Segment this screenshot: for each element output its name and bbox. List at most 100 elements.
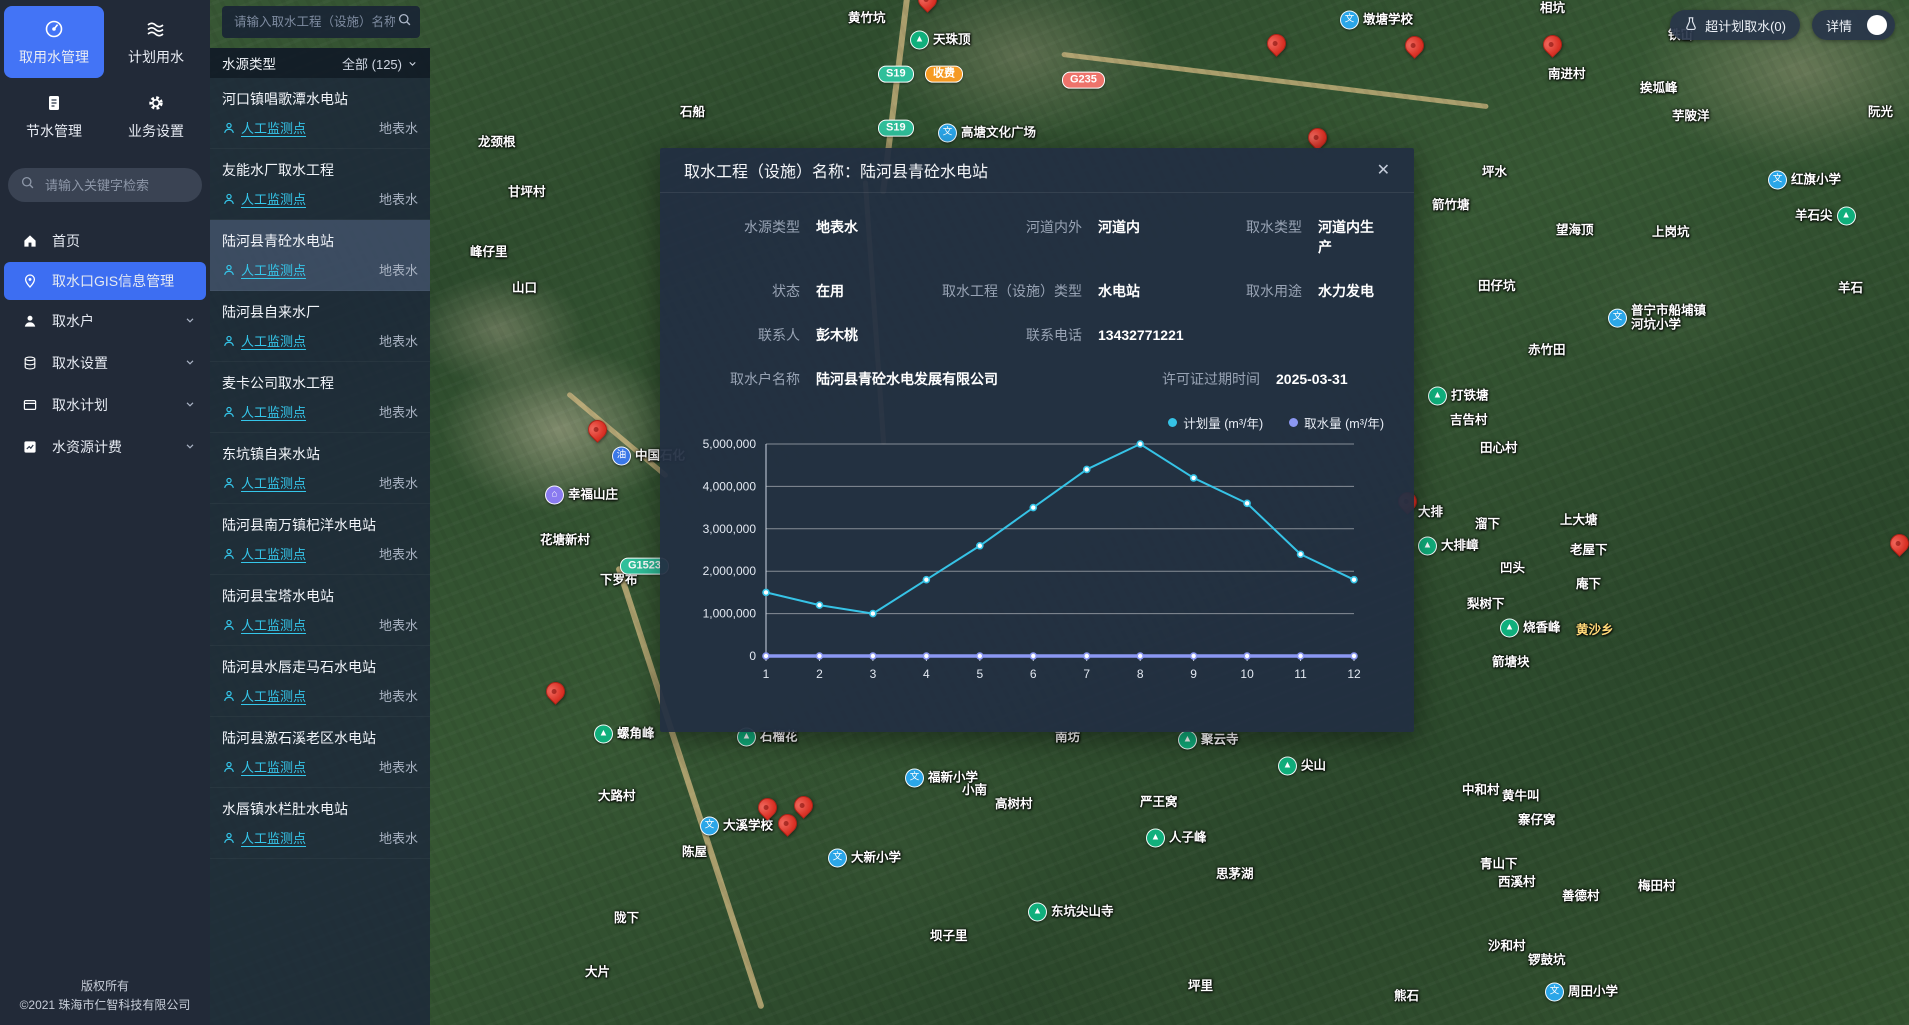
water-type-label: 地表水	[379, 828, 418, 847]
map-label: 挨坬峰	[1640, 81, 1678, 95]
map-label: 黄沙乡	[1576, 623, 1614, 637]
station-list-item[interactable]: 水唇镇水栏肚水电站人工监测点地表水	[210, 788, 430, 859]
map-pin-icon[interactable]	[542, 678, 569, 705]
station-list-item[interactable]: 河口镇唱歌潭水电站人工监测点地表水	[210, 78, 430, 149]
map-label: 田仔坑	[1478, 279, 1516, 293]
map-label: S19	[878, 120, 914, 137]
detail-toggle[interactable]: 详情	[1812, 10, 1895, 40]
station-search-input[interactable]	[232, 14, 397, 30]
map-label: 梅田村	[1638, 879, 1676, 893]
station-list-item[interactable]: 陆河县青砼水电站人工监测点地表水	[210, 220, 430, 291]
svg-text:0: 0	[749, 649, 756, 663]
map-pin-icon[interactable]	[914, 0, 941, 13]
map-label: 文大溪学校	[700, 817, 773, 836]
sidebar-item-5[interactable]: 取水计划	[0, 384, 210, 426]
svg-text:5: 5	[976, 667, 983, 681]
manual-monitor-link[interactable]: 人工监测点	[222, 189, 306, 208]
copyright: 版权所有 ©2021 珠海市仁智科技有限公司	[0, 977, 210, 1015]
close-icon[interactable]: ✕	[1377, 160, 1390, 180]
station-list-item[interactable]: 陆河县宝塔水电站人工监测点地表水	[210, 575, 430, 646]
sidebar-search[interactable]	[8, 168, 202, 202]
map-label: 羊石尖▲	[1795, 207, 1856, 226]
manual-monitor-link[interactable]: 人工监测点	[222, 828, 306, 847]
map-label: 羊石	[1838, 281, 1863, 295]
map-label: 文红旗小学	[1768, 171, 1841, 190]
legend-item[interactable]: 取水量 (m³/年)	[1289, 413, 1384, 432]
filter-dropdown[interactable]: 全部 (125)	[342, 54, 418, 73]
manual-monitor-link[interactable]: 人工监测点	[222, 757, 306, 776]
map-label: 箭竹塘	[1432, 198, 1470, 212]
road-badge: S19	[878, 120, 914, 137]
map-label: 田心村	[1480, 441, 1518, 455]
field-value: 13432771221	[1098, 327, 1184, 343]
app-tile-2[interactable]: 计划用水	[106, 6, 206, 78]
modal-info: 水源类型地表水河道内外河道内取水类型河道内生产状态在用取水工程（设施）类型水电站…	[660, 193, 1414, 389]
map-label: ▲打铁塘	[1428, 387, 1489, 406]
sidebar-item-1[interactable]: 首页	[0, 220, 210, 262]
station-list-item[interactable]: 陆河县南万镇杞洋水电站人工监测点地表水	[210, 504, 430, 575]
manual-monitor-link[interactable]: 人工监测点	[222, 544, 306, 563]
manual-monitor-link[interactable]: 人工监测点	[222, 473, 306, 492]
manual-monitor-link[interactable]: 人工监测点	[222, 402, 306, 421]
toggle-knob-icon[interactable]	[1867, 15, 1887, 35]
map-pin-icon[interactable]	[1304, 124, 1331, 151]
legend-dot-icon	[1289, 418, 1298, 427]
manual-monitor-link[interactable]: 人工监测点	[222, 686, 306, 705]
person-icon	[222, 476, 236, 490]
peak-icon: ▲	[594, 725, 613, 744]
app-tile-3[interactable]: 节水管理	[4, 80, 104, 152]
person-icon	[222, 121, 236, 135]
legend-item[interactable]: 计划量 (m³/年)	[1168, 413, 1263, 432]
field-label: 取水户名称	[700, 369, 800, 389]
map-pin-icon[interactable]	[1401, 32, 1428, 59]
user-icon	[22, 313, 38, 329]
station-list-item[interactable]: 东坑镇自来水站人工监测点地表水	[210, 433, 430, 504]
peak-icon: ▲	[1146, 829, 1165, 848]
sidebar-item-2[interactable]: 取水口GIS信息管理	[4, 262, 206, 300]
app-tile-1[interactable]: 取用水管理	[4, 6, 104, 78]
sidebar-search-input[interactable]	[43, 177, 197, 194]
chart-icon	[22, 439, 38, 455]
over-plan-button[interactable]: 超计划取水(0)	[1670, 10, 1800, 40]
map-pin-icon[interactable]	[790, 792, 817, 819]
map-pin-icon[interactable]	[1886, 530, 1909, 557]
school-icon: 文	[700, 817, 719, 836]
road-g235	[1061, 52, 1488, 109]
home-icon	[22, 233, 38, 249]
svg-text:3: 3	[870, 667, 877, 681]
map-label: 庵下	[1576, 577, 1601, 591]
info-field: 取水工程（设施）类型水电站	[940, 281, 1202, 301]
station-list-item[interactable]: 陆河县自来水厂人工监测点地表水	[210, 291, 430, 362]
school-icon: 文	[828, 849, 847, 868]
map-pin-icon[interactable]	[1539, 31, 1566, 58]
info-row: 状态在用取水工程（设施）类型水电站取水用途水力发电	[700, 281, 1374, 301]
manual-monitor-link[interactable]: 人工监测点	[222, 118, 306, 137]
field-value: 水力发电	[1318, 281, 1374, 301]
manual-monitor-link[interactable]: 人工监测点	[222, 615, 306, 634]
search-icon[interactable]	[397, 12, 412, 32]
tile-label: 业务设置	[128, 121, 184, 141]
station-list-item[interactable]: 陆河县水唇走马石水电站人工监测点地表水	[210, 646, 430, 717]
map-pin-icon[interactable]	[1263, 30, 1290, 57]
map-label: 坪里	[1188, 979, 1213, 993]
station-name: 陆河县激石溪老区水电站	[222, 728, 418, 748]
map-label: 善德村	[1562, 889, 1600, 903]
manual-monitor-link[interactable]: 人工监测点	[222, 331, 306, 350]
sidebar-item-6[interactable]: 水资源计费	[0, 426, 210, 468]
sidebar-item-label: 取水计划	[52, 395, 108, 415]
sidebar-item-4[interactable]: 取水设置	[0, 342, 210, 384]
app-tile-4[interactable]: 业务设置	[106, 80, 206, 152]
road-badge: G235	[1062, 72, 1105, 89]
map-label: ▲天珠顶	[910, 31, 971, 50]
station-list-item[interactable]: 陆河县激石溪老区水电站人工监测点地表水	[210, 717, 430, 788]
map-pin-icon[interactable]	[774, 810, 801, 837]
station-name: 陆河县南万镇杞洋水电站	[222, 515, 418, 535]
station-list-item[interactable]: 友能水厂取水工程人工监测点地表水	[210, 149, 430, 220]
map-pin-icon[interactable]	[584, 416, 611, 443]
map-label: 思茅湖	[1216, 867, 1254, 881]
manual-monitor-link[interactable]: 人工监测点	[222, 260, 306, 279]
sidebar-item-3[interactable]: 取水户	[0, 300, 210, 342]
school-icon: 文	[938, 124, 957, 143]
station-list-item[interactable]: 麦卡公司取水工程人工监测点地表水	[210, 362, 430, 433]
station-search[interactable]	[222, 6, 420, 38]
